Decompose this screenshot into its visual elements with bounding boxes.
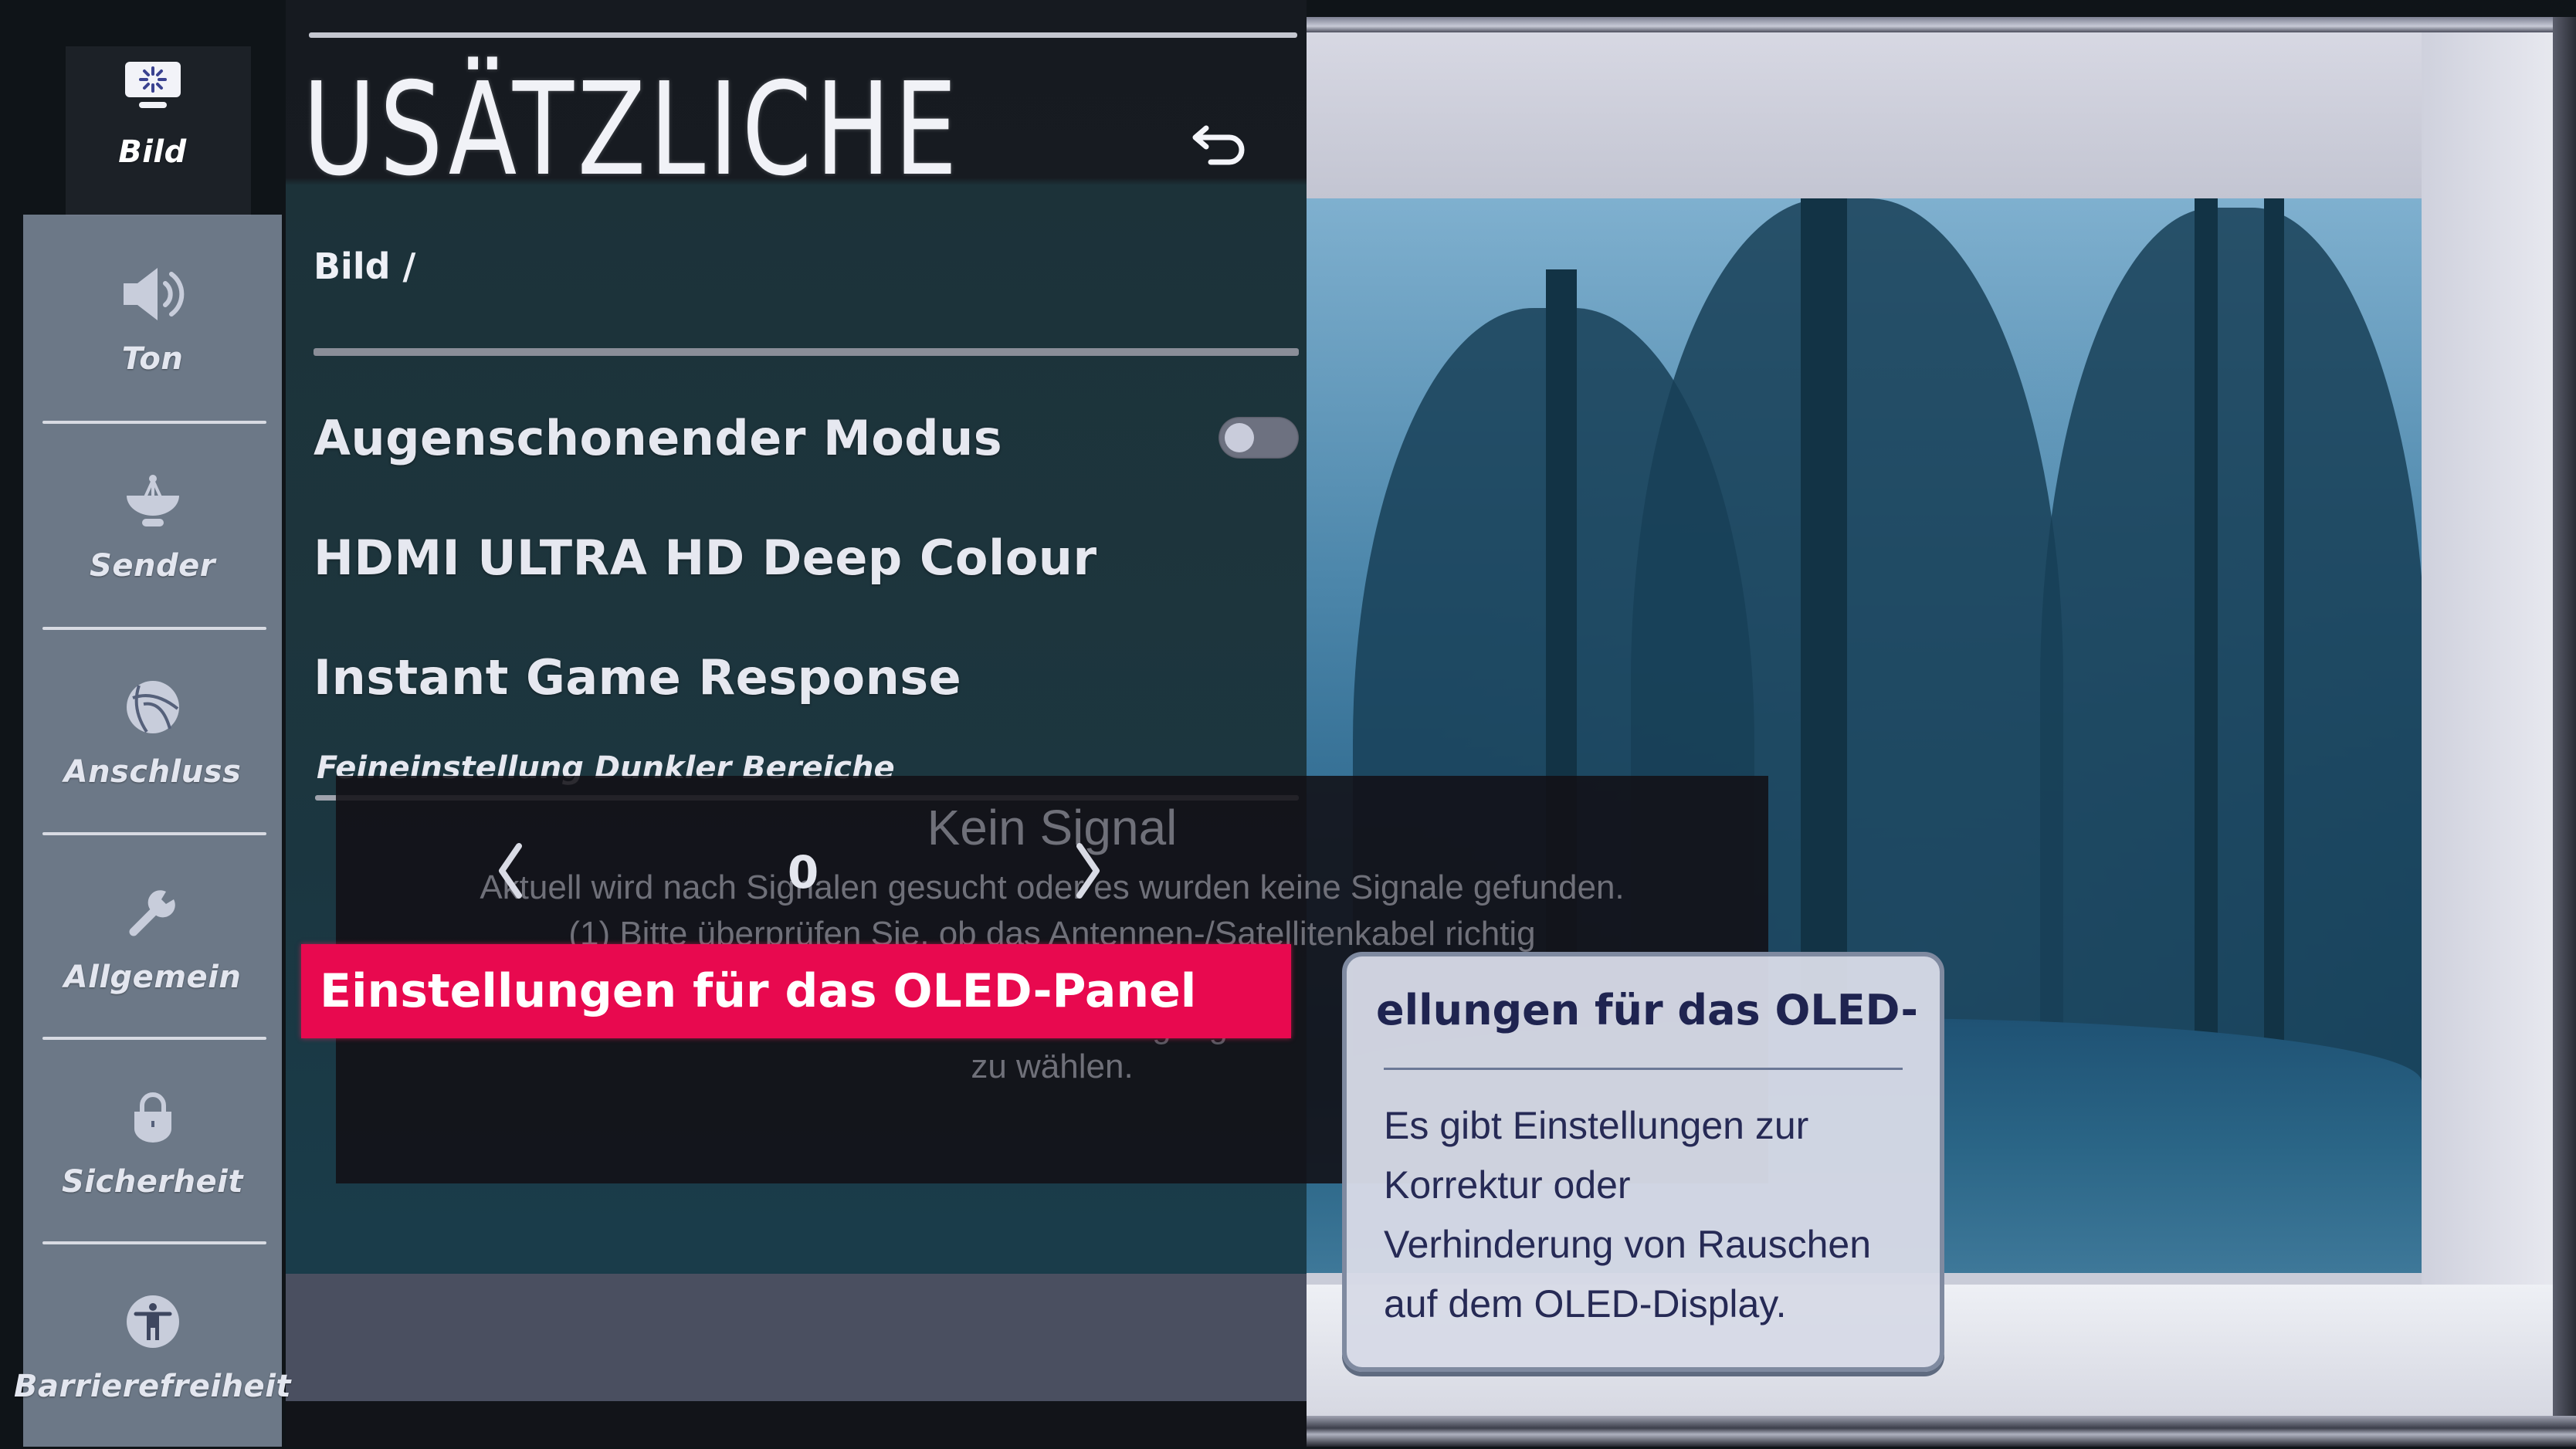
nav-item-ton[interactable]: Ton — [23, 216, 282, 421]
toggle-knob — [1225, 423, 1254, 452]
frame-edge — [2553, 17, 2576, 1447]
dark-detail-slider[interactable]: 0 — [463, 838, 1143, 907]
help-tooltip: ellungen für das OLED- Es gibt Einstellu… — [1342, 952, 1944, 1372]
menu-item-hdmi-deep-colour[interactable]: HDMI ULTRA HD Deep Colour — [314, 515, 1299, 600]
back-button[interactable] — [1188, 116, 1249, 178]
page-title: USÄTZLICHE EIN — [303, 56, 960, 205]
frame-right — [2422, 32, 2553, 1416]
nav-item-label: Allgemein — [63, 960, 242, 995]
eye-comfort-toggle[interactable] — [1219, 417, 1299, 459]
frame-lip — [1307, 17, 2576, 32]
nav-item-label: Sender — [90, 548, 215, 584]
chevron-right-icon — [1073, 841, 1104, 903]
nav-item-allgemein[interactable]: Allgemein — [23, 835, 282, 1040]
tooltip-line: Verhinderung von Rauschen — [1384, 1223, 1872, 1266]
slider-increase-button[interactable] — [1066, 838, 1112, 907]
nav-item-label: Anschluss — [63, 754, 242, 790]
nav-item-label: Ton — [121, 341, 184, 377]
menu-item-label: Instant Game Response — [314, 648, 962, 706]
tooltip-body: Es gibt Einstellungen zur Korrektur oder… — [1384, 1096, 1903, 1334]
menu-item-instant-game-response[interactable]: Instant Game Response — [314, 635, 1299, 719]
menu-item-augenschonender-modus[interactable]: Augenschonender Modus — [314, 395, 1299, 480]
lock-icon — [120, 1084, 186, 1150]
nav-item-bild[interactable]: Bild — [23, 15, 282, 208]
tooltip-title: ellungen für das OLED- — [1376, 986, 1918, 1034]
tooltip-line: Es gibt Einstellungen zur — [1384, 1104, 1809, 1147]
back-arrow-icon — [1189, 122, 1248, 171]
tooltip-line: auf dem OLED-Display. — [1384, 1282, 1787, 1325]
nav-item-sender[interactable]: Sender — [23, 423, 282, 628]
tooltip-divider — [1384, 1068, 1903, 1070]
menu-item-oled-panel-settings[interactable]: Einstellungen für das OLED-Panel — [301, 944, 1291, 1038]
nav-item-barrierefreiheit[interactable]: Barrierefreiheit — [14, 1244, 291, 1449]
accessibility-icon — [120, 1288, 186, 1355]
speaker-icon — [120, 261, 186, 327]
frame-bottom-edge — [1307, 1416, 2576, 1447]
nav-item-label: Barrierefreiheit — [13, 1369, 292, 1404]
slider-value: 0 — [787, 846, 819, 899]
tooltip-line: Korrektur oder — [1384, 1163, 1631, 1207]
nav-item-label: Sicherheit — [62, 1164, 243, 1200]
settings-category-nav: Bild Ton Sender Anschluss Allgemein Sich… — [14, 0, 291, 1449]
settings-panel: USÄTZLICHE EIN Bild / Augenschonender Mo… — [286, 0, 1307, 1447]
breadcrumb[interactable]: Bild / — [314, 245, 415, 287]
nav-item-sicherheit[interactable]: Sicherheit — [23, 1039, 282, 1244]
network-globe-icon — [120, 674, 186, 740]
chevron-left-icon — [494, 841, 525, 903]
picture-icon — [120, 54, 186, 120]
nav-item-label: Bild — [118, 134, 187, 170]
menu-item-label: HDMI ULTRA HD Deep Colour — [314, 529, 1097, 586]
title-top-rule — [309, 32, 1297, 38]
breadcrumb-rule — [314, 348, 1299, 356]
frame-top — [1307, 32, 2553, 198]
slider-decrease-button[interactable] — [486, 838, 533, 907]
satellite-dish-icon — [120, 468, 186, 534]
panel-bottom-edge — [286, 1401, 1307, 1447]
nav-item-anschluss[interactable]: Anschluss — [23, 629, 282, 835]
wrench-icon — [120, 879, 186, 946]
panel-bottom-band — [286, 1274, 1307, 1401]
menu-item-label: Augenschonender Modus — [314, 409, 1003, 466]
